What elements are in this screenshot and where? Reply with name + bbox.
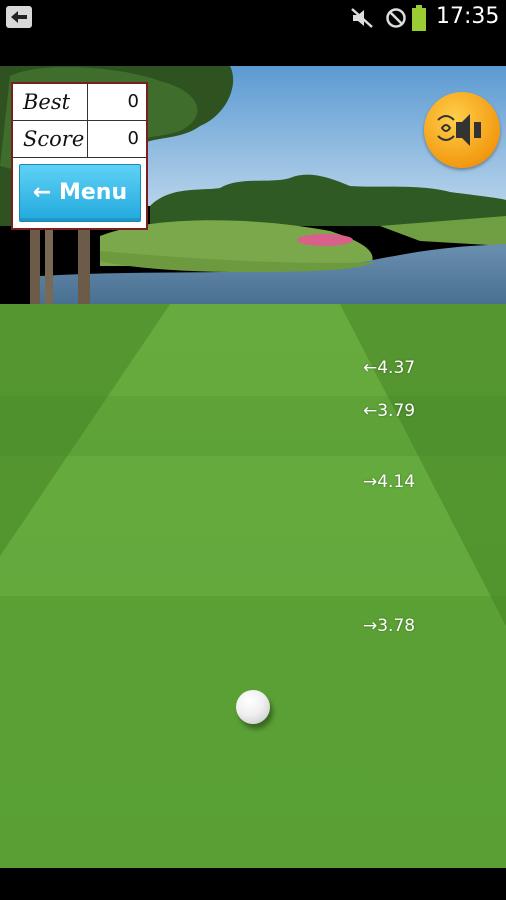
- mute-icon: [351, 8, 373, 28]
- scoreboard: Best 0 Score 0 ← Menu: [11, 82, 148, 230]
- navigation-bar: [0, 868, 506, 900]
- golf-ball[interactable]: [236, 690, 270, 724]
- speaker-muted-icon: [437, 114, 481, 146]
- do-not-disturb-icon: [386, 8, 406, 28]
- score-row: Score 0: [13, 121, 146, 158]
- menu-button[interactable]: ← Menu: [19, 164, 141, 222]
- best-label: Best: [13, 84, 88, 120]
- sound-toggle-button[interactable]: [424, 92, 500, 168]
- battery-icon: [412, 5, 426, 31]
- distance-marker: →3.78: [363, 616, 416, 636]
- best-row: Best 0: [13, 84, 146, 121]
- clock: 17:35: [436, 4, 500, 29]
- score-value: 0: [127, 128, 139, 149]
- status-bar: 17:35: [0, 0, 506, 36]
- best-value: 0: [127, 91, 139, 112]
- distance-marker: ←4.37: [363, 358, 416, 378]
- distance-marker: →4.14: [363, 472, 416, 492]
- title-band: [0, 36, 506, 66]
- notification-icon: [6, 6, 32, 28]
- distance-marker: ←3.79: [363, 401, 416, 421]
- score-label: Score: [13, 121, 88, 157]
